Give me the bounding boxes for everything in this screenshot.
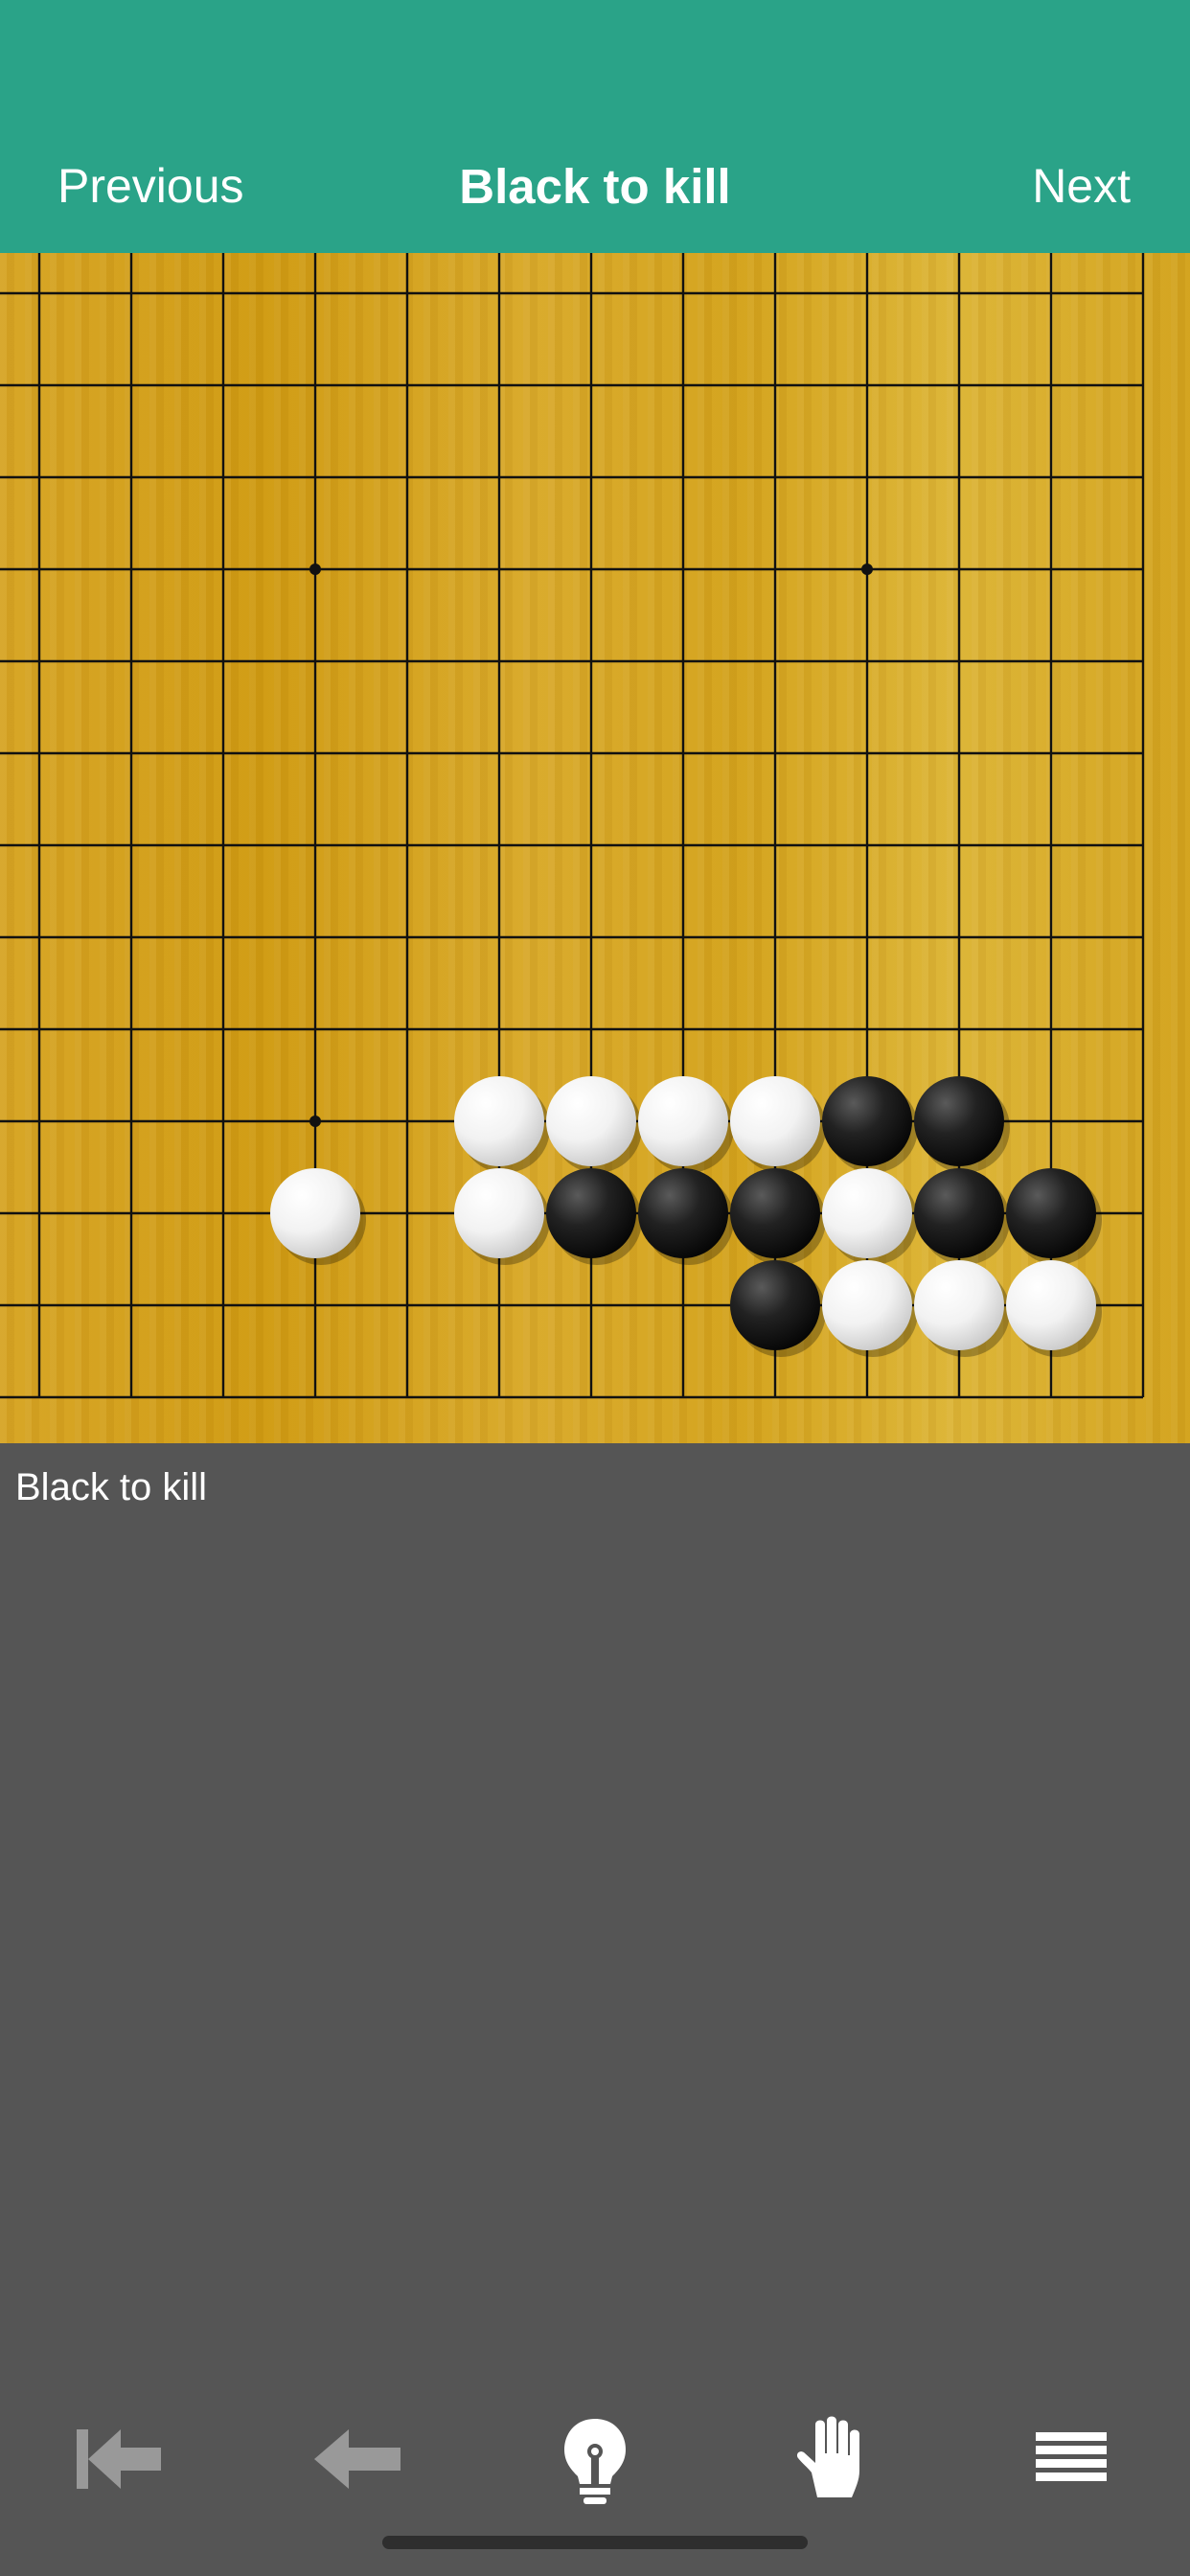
page-title-text: Black to kill — [459, 159, 731, 214]
header-bar: Previous Black to kill Next — [0, 0, 1190, 253]
menu-button[interactable] — [1014, 2405, 1129, 2513]
previous-button[interactable]: Previous — [57, 158, 244, 214]
hint-button[interactable] — [538, 2405, 652, 2513]
home-indicator — [382, 2536, 808, 2549]
next-button[interactable]: Next — [1032, 158, 1131, 214]
bottom-toolbar — [0, 2405, 1190, 2513]
white-stone — [546, 1076, 636, 1166]
black-stone — [730, 1168, 820, 1258]
star-point — [861, 564, 873, 575]
black-stone — [546, 1168, 636, 1258]
white-stone — [638, 1076, 728, 1166]
back-icon — [314, 2429, 400, 2489]
white-stone — [822, 1168, 912, 1258]
white-stone — [1006, 1260, 1096, 1350]
white-stone — [822, 1260, 912, 1350]
black-stone — [638, 1168, 728, 1258]
white-stone — [914, 1260, 1004, 1350]
go-board-canvas[interactable] — [0, 253, 1190, 1443]
white-stone — [730, 1076, 820, 1166]
go-board[interactable] — [0, 253, 1190, 1443]
black-stone — [914, 1168, 1004, 1258]
first-move-icon — [77, 2429, 161, 2489]
white-stone — [270, 1168, 360, 1258]
hint-lightbulb-icon — [564, 2419, 626, 2504]
black-stone — [730, 1260, 820, 1350]
first-move-button[interactable] — [60, 2405, 175, 2513]
black-stone — [1006, 1168, 1096, 1258]
black-stone — [914, 1076, 1004, 1166]
hand-pointer-icon — [796, 2416, 859, 2497]
white-stone — [454, 1168, 544, 1258]
back-button[interactable] — [300, 2405, 415, 2513]
black-stone — [822, 1076, 912, 1166]
menu-icon — [1036, 2432, 1107, 2481]
star-point — [309, 1116, 321, 1127]
white-stone — [454, 1076, 544, 1166]
hand-button[interactable] — [774, 2405, 889, 2513]
board-stones — [270, 1076, 1102, 1357]
problem-comment: Black to kill — [15, 1466, 208, 1508]
star-point — [309, 564, 321, 575]
